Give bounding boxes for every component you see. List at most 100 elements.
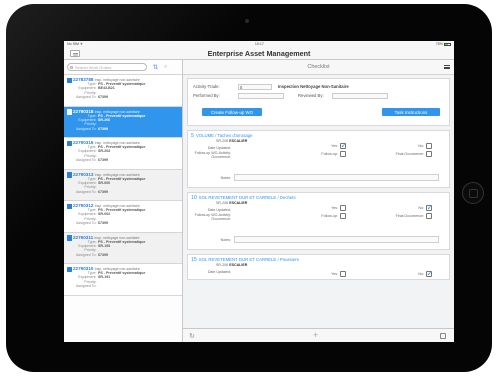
yes-label: Yes: — [331, 144, 338, 148]
checklist-title: Checklist — [307, 64, 330, 70]
assigned-label: Assigned To: — [75, 158, 97, 163]
work-order-item[interactable]: 22790313 Insp. nettoyage non-sanitaire Ty… — [64, 169, 182, 201]
assigned-label: Assigned To: — [75, 126, 97, 131]
search-input[interactable]: Search Work Orders — [67, 63, 147, 71]
notes-field[interactable] — [234, 174, 439, 181]
section-name: SOL REVETEMENT DUR ET CARRELE / Poussier… — [198, 257, 299, 262]
checklist-section: 15 SOL REVETEMENT DUR ET CARRELE / Poussi… — [187, 254, 450, 280]
yes-checkbox[interactable] — [340, 271, 346, 277]
section-equipment: SR-206 ESCALIER — [188, 201, 449, 205]
home-button[interactable] — [462, 182, 484, 204]
checklist-panel: Checklist Activity-Trade: 5 Inspection N… — [183, 60, 454, 342]
section-number: 15 — [191, 257, 197, 263]
no-checkbox[interactable] — [426, 143, 432, 149]
notes-field[interactable] — [234, 236, 439, 243]
equipment-value: SR-000 — [98, 180, 111, 185]
no-label: No: — [418, 272, 424, 276]
final-occurrence-checkbox[interactable] — [426, 213, 432, 219]
activity-label: Activity-Trade: — [193, 84, 220, 89]
battery-indicator: 75% — [436, 42, 451, 46]
assigned-value: 67399 — [98, 158, 108, 163]
reviewed-by-field[interactable] — [332, 92, 388, 99]
document-icon — [67, 172, 72, 178]
no-label: No: — [418, 144, 424, 148]
work-order-item[interactable]: 22790312 Insp. nettoyage non-sanitaire Ty… — [64, 201, 182, 233]
add-icon[interactable]: + — [313, 330, 318, 340]
final-occurrence-label: Final Occurrence: — [395, 152, 424, 156]
final-occurrence-checkbox[interactable] — [426, 151, 432, 157]
equipment-value: SR-191 — [98, 275, 111, 280]
section-equipment: SR-206 ESCALIER — [188, 139, 449, 143]
assigned-label: Assigned To: — [75, 252, 97, 257]
assigned-row: Assigned To: 67399 — [66, 221, 179, 225]
camera-icon — [245, 19, 249, 23]
date-updated-label: Date Updated: — [207, 270, 231, 274]
search-icon — [70, 65, 73, 69]
equipment-name: ESCALIER — [229, 139, 248, 143]
equipment-value: BE43-B21 — [98, 86, 115, 91]
checklist-section: 10 SOL REVETEMENT DUR ET CARRELE / Dechet… — [187, 192, 450, 250]
assigned-label: Assigned To: — [75, 189, 97, 194]
work-order-item[interactable]: 22790316 Insp. nettoyage non-sanitaire Ty… — [64, 138, 182, 170]
followup-label: Follow-up: — [321, 152, 338, 156]
assigned-label: Assigned To: — [75, 95, 97, 100]
equipment-name: ESCALIER — [229, 263, 248, 267]
followup-label: Follow-up: — [321, 214, 338, 218]
task-instructions-button[interactable]: Task Instructions — [382, 108, 440, 116]
checklist-sections: 5 VOLUME / Taches d'arrosage SR-206 ESCALI… — [183, 130, 454, 280]
final-occurrence-label: Final Occurrence: — [395, 214, 424, 218]
filter-icon[interactable]: ⌕ — [164, 64, 167, 71]
equipment-value: SR-203 — [98, 149, 111, 154]
work-order-item[interactable]: 22790318 Insp. nettoyage non-sanitaire Ty… — [64, 106, 182, 138]
performed-by-label: Performed By: — [193, 93, 220, 98]
yes-checkbox[interactable] — [340, 141, 347, 150]
followup-checkbox[interactable] — [340, 151, 346, 157]
yes-checkbox[interactable] — [340, 205, 346, 211]
reviewed-by-label: Reviewed By: — [298, 93, 324, 98]
checklist-section: 5 VOLUME / Taches d'arrosage SR-206 ESCALI… — [187, 130, 450, 188]
work-order-item[interactable]: 22790310 Insp. nettoyage non-sanitaire Ty… — [64, 264, 182, 296]
no-checkbox[interactable] — [426, 269, 433, 278]
performed-by-field[interactable] — [238, 92, 284, 99]
equipment-value: SR-193 — [98, 243, 111, 248]
app-title-bar: Enterprise Asset Management — [64, 47, 454, 60]
create-followup-wo-button[interactable]: Create Follow-up WO — [202, 108, 262, 116]
activity-field[interactable]: 5 — [238, 83, 272, 90]
activity-row: Activity-Trade: 5 Inspection Nettoyage N… — [193, 82, 444, 91]
assigned-value: 67399 — [98, 252, 108, 257]
menu-icon[interactable] — [444, 65, 450, 69]
work-order-item[interactable]: 22790311 Insp. nettoyage non-sanitaire Ty… — [64, 232, 182, 264]
assigned-row: Assigned To: 67399 — [66, 127, 179, 131]
save-icon[interactable] — [440, 333, 446, 339]
section-title: 10 SOL REVETEMENT DUR ET CARRELE / Dechet… — [188, 193, 449, 201]
assigned-row: Assigned To: 67399 — [66, 158, 179, 162]
battery-text: 75% — [435, 42, 443, 46]
section-name: VOLUME / Taches d'arrosage — [195, 133, 253, 138]
no-checkbox[interactable] — [426, 203, 433, 212]
equipment-name: ESCALIER — [229, 201, 248, 205]
sort-icon[interactable]: ⇅ — [153, 64, 158, 71]
activity-info-card: Activity-Trade: 5 Inspection Nettoyage N… — [187, 78, 450, 126]
section-equipment: SR-206 ESCALIER — [188, 263, 449, 267]
document-icon — [67, 140, 72, 146]
refresh-icon[interactable]: ↻ — [189, 332, 195, 340]
assigned-label: Assigned To: — [75, 221, 97, 226]
list-toolbar: Search Work Orders ⇅ ⌕ — [64, 60, 182, 75]
app-screen: No SIM ✈ 10:17 75% Enterprise Asset Mana… — [64, 41, 454, 342]
checklist-header: Checklist — [183, 60, 454, 75]
section-number: 10 — [191, 195, 197, 201]
equipment-value: SR-002 — [98, 212, 111, 217]
equipment-code: SR-206 — [216, 201, 229, 205]
performed-row: Performed By: Reviewed By: — [193, 91, 444, 100]
sidebar-toggle-button[interactable] — [70, 50, 80, 57]
followup-checkbox[interactable] — [340, 213, 346, 219]
notes-label: Notes: — [220, 238, 231, 242]
section-name: SOL REVETEMENT DUR ET CARRELE / Dechets — [198, 195, 296, 200]
clock-text: 10:17 — [254, 42, 264, 46]
section-title: 5 VOLUME / Taches d'arrosage — [188, 131, 449, 139]
document-icon — [67, 235, 72, 241]
work-order-item[interactable]: 22783788 Insp. nettoyage non-sanitaire Ty… — [64, 75, 182, 107]
activity-description: Inspection Nettoyage Non-Sanitaire — [278, 84, 349, 89]
equipment-code: SR-206 — [216, 263, 229, 267]
occurrence-label: Occurrence: — [211, 217, 231, 221]
